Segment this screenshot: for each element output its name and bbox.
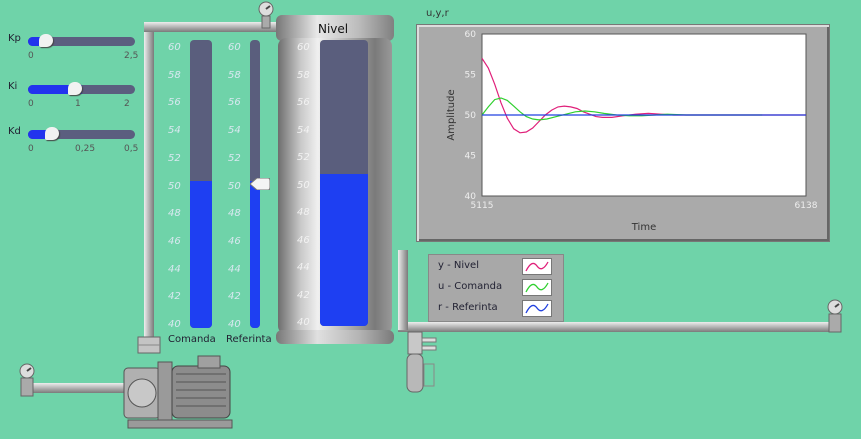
comanda-bar: [190, 40, 212, 328]
x-axis-label: Time: [631, 222, 656, 233]
legend-entry-label: u - Comanda: [438, 281, 503, 292]
comanda-bar-fill: [190, 181, 212, 328]
slider-thumb[interactable]: [67, 82, 82, 95]
valve-outlet-icon: [824, 298, 846, 338]
scale-tick-label: 44: [228, 263, 241, 275]
slider-label: Kp: [8, 33, 21, 44]
y-tick-label: 60: [465, 30, 477, 40]
pump-motor-icon: [118, 348, 238, 430]
scale-tick-label: 50: [228, 180, 241, 192]
slider-track[interactable]: [28, 130, 135, 139]
slider-tick-label: 0: [28, 99, 34, 109]
scale-tick-label: 42: [228, 291, 241, 303]
scale-tick-label: 40: [228, 319, 241, 330]
slider-tick-label: 1: [75, 99, 81, 109]
tank-scale-tick-label: 56: [297, 97, 310, 108]
referinta-slider-thumb[interactable]: [249, 175, 271, 191]
pipe-left-vertical: [144, 26, 154, 348]
scale-tick-label: 54: [168, 125, 181, 137]
slider-tick-label: 0: [28, 144, 34, 154]
scale-tick-label: 58: [168, 69, 181, 81]
chart-plot: 60555045405115 6138TimeAmplitude: [446, 30, 818, 233]
x-tick-label: 6138: [795, 201, 818, 211]
slider-label: Ki: [8, 81, 18, 92]
slider-tick-label: 0,5: [124, 144, 139, 154]
referinta-bar-fill: [250, 181, 260, 328]
legend-swatch: [522, 279, 552, 296]
valve-inlet-icon: [16, 362, 38, 402]
legend-swatch: [522, 258, 552, 275]
scale-tick-label: 46: [168, 235, 181, 247]
scale-tick-label: 42: [168, 291, 181, 303]
slider-thumb[interactable]: [45, 127, 60, 140]
tank-scale-tick-label: 44: [297, 262, 310, 273]
scale-tick-label: 48: [228, 208, 241, 220]
scale-tick-label: 40: [168, 319, 181, 330]
x-tick-label: 5115: [471, 201, 494, 211]
slider-tick-label: 2,5: [124, 51, 139, 61]
tank-scale-tick-label: 60: [297, 42, 310, 53]
scale-tick-label: 46: [228, 235, 241, 247]
scale-tick-label: 52: [168, 152, 181, 164]
chart-header: u,y,r: [426, 8, 449, 19]
pipe-outlet-vertical: [398, 250, 408, 330]
tank-scale-tick-label: 40: [297, 317, 310, 328]
tank-scale-tick-label: 52: [297, 152, 310, 163]
referinta-label: Referinta: [226, 334, 272, 345]
tank-scale-tick-label: 58: [297, 69, 310, 81]
tank-scale-tick-label: 50: [297, 179, 310, 191]
valve-top-icon: [256, 1, 276, 29]
slider-label: Kd: [8, 126, 21, 137]
tank-bottom-cap: [276, 330, 394, 344]
y-axis-label: Amplitude: [446, 89, 457, 140]
tank-scale-tick-label: 54: [297, 124, 310, 136]
scale-tick-label: 48: [168, 208, 181, 220]
scale-tick-label: 60: [228, 42, 241, 53]
scale-tick-label: 58: [228, 69, 241, 81]
legend-swatch: [522, 300, 552, 317]
tank-scale-tick-label: 48: [297, 207, 310, 218]
slider-tick-label: 0: [28, 51, 34, 61]
y-tick-label: 50: [465, 111, 477, 121]
y-tick-label: 45: [465, 152, 476, 162]
scale-tick-label: 52: [228, 152, 241, 164]
scale-tick-label: 54: [228, 125, 241, 137]
scale-tick-label: 50: [168, 180, 181, 192]
scale-tick-label: 56: [228, 97, 241, 109]
legend-entry-label: y - Nivel: [438, 260, 479, 271]
slider-tick-label: 0,25: [75, 144, 96, 154]
tank-scale-tick-label: 42: [297, 289, 310, 301]
tank-level-gauge: [320, 40, 368, 326]
pipe-outlet: [398, 322, 838, 332]
tank-title: Nivel: [318, 22, 349, 36]
comanda-label: Comanda: [168, 334, 216, 345]
tank-level-fill: [320, 174, 368, 326]
y-tick-label: 55: [465, 71, 476, 81]
slider-tick-label: 2: [124, 99, 130, 109]
drain-valve-icon: [404, 330, 440, 398]
scale-tick-label: 56: [168, 97, 181, 109]
tank-scale-tick-label: 46: [297, 234, 310, 246]
scale-tick-label: 60: [168, 42, 181, 53]
legend-entry-label: r - Referinta: [438, 302, 498, 313]
scale-tick-label: 44: [168, 263, 181, 275]
